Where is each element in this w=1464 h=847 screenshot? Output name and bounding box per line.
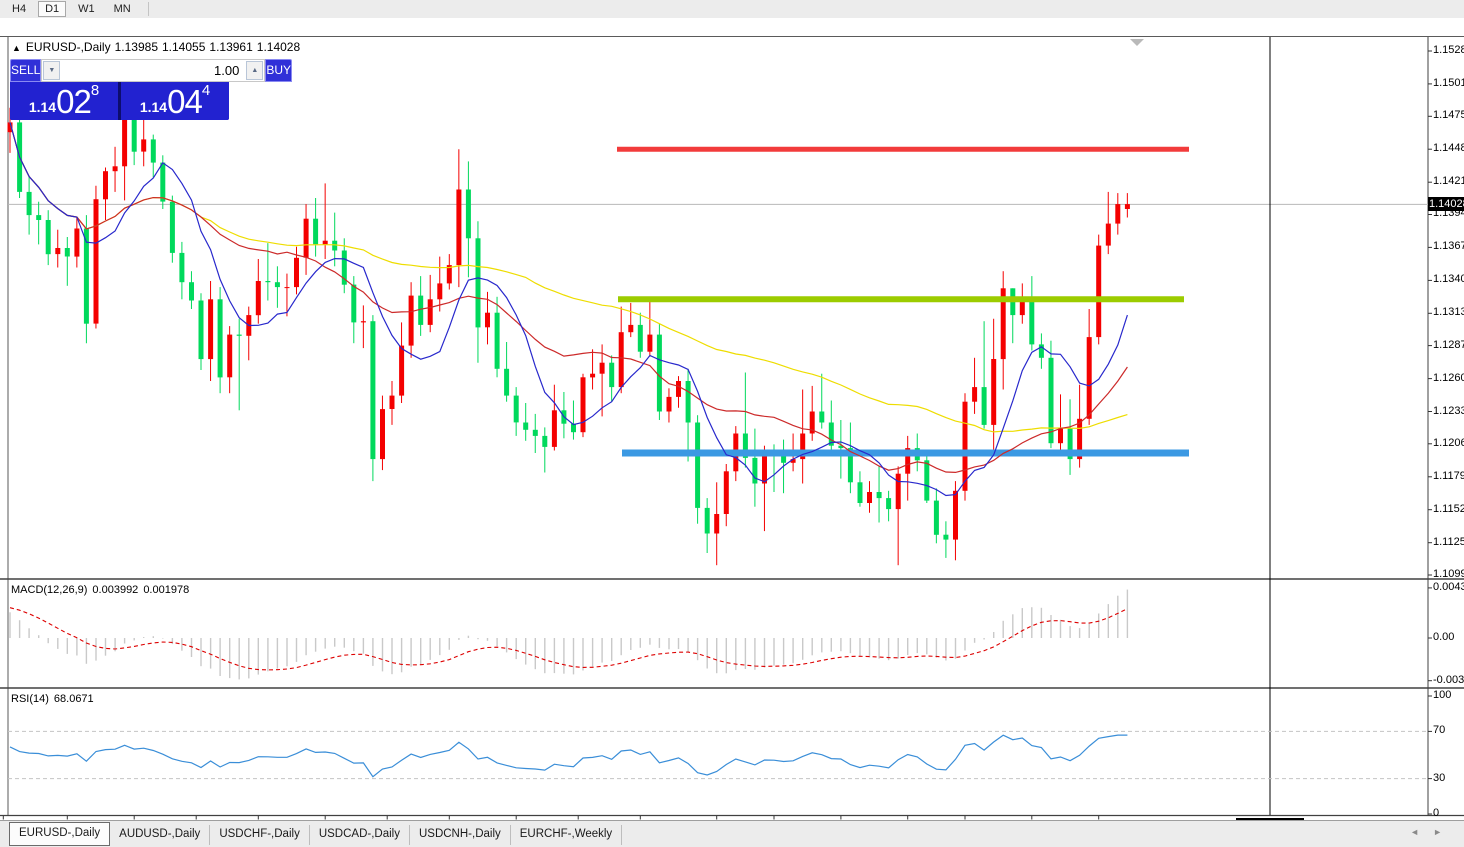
chart-tab[interactable]: USDCNH-,Daily bbox=[410, 825, 511, 845]
symbol-label: EURUSD-,Daily bbox=[26, 40, 111, 54]
sell-price-prefix: 1.14 bbox=[29, 97, 56, 117]
sell-price-main: 02 bbox=[56, 87, 91, 117]
tab-scroll-arrows: ◄► bbox=[1410, 827, 1456, 837]
rsi-label: RSI(14) 68.0671 bbox=[11, 693, 99, 705]
price-axis-label: 1.11795 bbox=[1433, 470, 1464, 482]
one-click-trading-panel: SELL ▼ ▲ BUY 1.14 02 8 1.14 04 4 bbox=[10, 59, 229, 120]
timeframe-button-w1[interactable]: W1 bbox=[71, 1, 102, 17]
chart-header: ▲ EURUSD-,Daily 1.13985 1.14055 1.13961 1.140… bbox=[12, 40, 304, 54]
chart-canvas[interactable] bbox=[0, 18, 1464, 847]
price-axis-label: 1.14210 bbox=[1433, 175, 1464, 187]
price-axis-label: 1.15015 bbox=[1433, 77, 1464, 89]
timeframe-button-d1[interactable]: D1 bbox=[38, 1, 66, 17]
macd-label: MACD(12,26,9) 0.003992 0.001978 bbox=[11, 584, 194, 596]
price-axis-label: 1.13675 bbox=[1433, 240, 1464, 252]
chart-tab[interactable]: AUDUSD-,Daily bbox=[110, 825, 210, 845]
price-axis-label: 1.13135 bbox=[1433, 306, 1464, 318]
price-axis-label: 1.13405 bbox=[1433, 273, 1464, 285]
macd-name: MACD(12,26,9) bbox=[11, 584, 87, 596]
price-axis-label: 1.12065 bbox=[1433, 437, 1464, 449]
chart-tab[interactable]: USDCHF-,Daily bbox=[210, 825, 310, 845]
macd-signal-value: 0.001978 bbox=[143, 584, 189, 596]
volume-increase-icon[interactable]: ▲ bbox=[246, 61, 263, 80]
price-axis-label: 1.12330 bbox=[1433, 405, 1464, 417]
sell-button[interactable]: SELL bbox=[10, 59, 41, 82]
price-axis-label: 1.11255 bbox=[1433, 536, 1464, 548]
volume-spinner: ▼ ▲ bbox=[41, 59, 265, 82]
buy-price-main: 04 bbox=[167, 87, 202, 117]
price-axis-label: 1.15285 bbox=[1433, 44, 1464, 56]
timeframe-button-h4[interactable]: H4 bbox=[5, 1, 33, 17]
chart-window: ▲EURUSD-,Daily1.139851.140551.139611.140… bbox=[0, 18, 1464, 820]
price-axis-label: 1.10990 bbox=[1433, 568, 1464, 580]
price-axis-label: 1.14480 bbox=[1433, 142, 1464, 154]
chart-tab[interactable]: EURCHF-,Weekly bbox=[511, 825, 622, 845]
macd-axis-label: -0.00371 bbox=[1433, 674, 1464, 686]
timeframe-button-mn[interactable]: MN bbox=[107, 1, 138, 17]
macd-axis-label: 0.004359 bbox=[1433, 581, 1464, 593]
price-axis-label: 1.11525 bbox=[1433, 503, 1464, 515]
buy-price-pip: 4 bbox=[202, 85, 210, 97]
current-price-label: 1.14028 bbox=[1428, 197, 1464, 211]
rsi-name: RSI(14) bbox=[11, 693, 49, 705]
rsi-axis-label: 0 bbox=[1433, 807, 1439, 819]
sell-price-pip: 8 bbox=[91, 85, 99, 97]
rsi-axis-label: 100 bbox=[1433, 689, 1451, 701]
tab-scroll-left-icon[interactable]: ◄ bbox=[1410, 827, 1433, 837]
ohlc-low: 1.13961 bbox=[209, 40, 252, 54]
chart-tab[interactable]: EURUSD-,Daily bbox=[9, 822, 110, 846]
volume-input[interactable] bbox=[61, 62, 245, 79]
buy-price-prefix: 1.14 bbox=[140, 97, 167, 117]
macd-value: 0.003992 bbox=[92, 584, 138, 596]
tab-scroll-right-icon[interactable]: ► bbox=[1433, 827, 1456, 837]
mt4-window: H4 D1 W1 MN ▲ EURUSD-,Daily 1.13985 1.14055 1.1… bbox=[0, 0, 1464, 847]
price-axis-label: 1.12600 bbox=[1433, 372, 1464, 384]
price-axis-label: 1.14750 bbox=[1433, 109, 1464, 121]
ohlc-open: 1.13985 bbox=[115, 40, 158, 54]
chart-tab[interactable]: USDCAD-,Daily bbox=[310, 825, 410, 845]
window-icon: ▲ bbox=[12, 43, 21, 53]
buy-price-display[interactable]: 1.14 04 4 bbox=[121, 82, 229, 120]
volume-decrease-icon[interactable]: ▼ bbox=[43, 61, 60, 80]
macd-axis-label: 0.00 bbox=[1433, 631, 1454, 643]
rsi-axis-label: 70 bbox=[1433, 724, 1445, 736]
rsi-axis-label: 30 bbox=[1433, 772, 1445, 784]
chart-tab-bar: EURUSD-,DailyAUDUSD-,DailyUSDCHF-,DailyU… bbox=[0, 820, 1464, 847]
price-axis-label: 1.12870 bbox=[1433, 339, 1464, 351]
timeframe-toolbar: H4 D1 W1 MN bbox=[0, 0, 1464, 19]
sell-price-display[interactable]: 1.14 02 8 bbox=[10, 82, 118, 120]
buy-button[interactable]: BUY bbox=[265, 59, 292, 82]
ohlc-high: 1.14055 bbox=[162, 40, 205, 54]
rsi-value: 68.0671 bbox=[54, 693, 94, 705]
ohlc-close: 1.14028 bbox=[257, 40, 300, 54]
toolbar-separator bbox=[148, 2, 149, 16]
